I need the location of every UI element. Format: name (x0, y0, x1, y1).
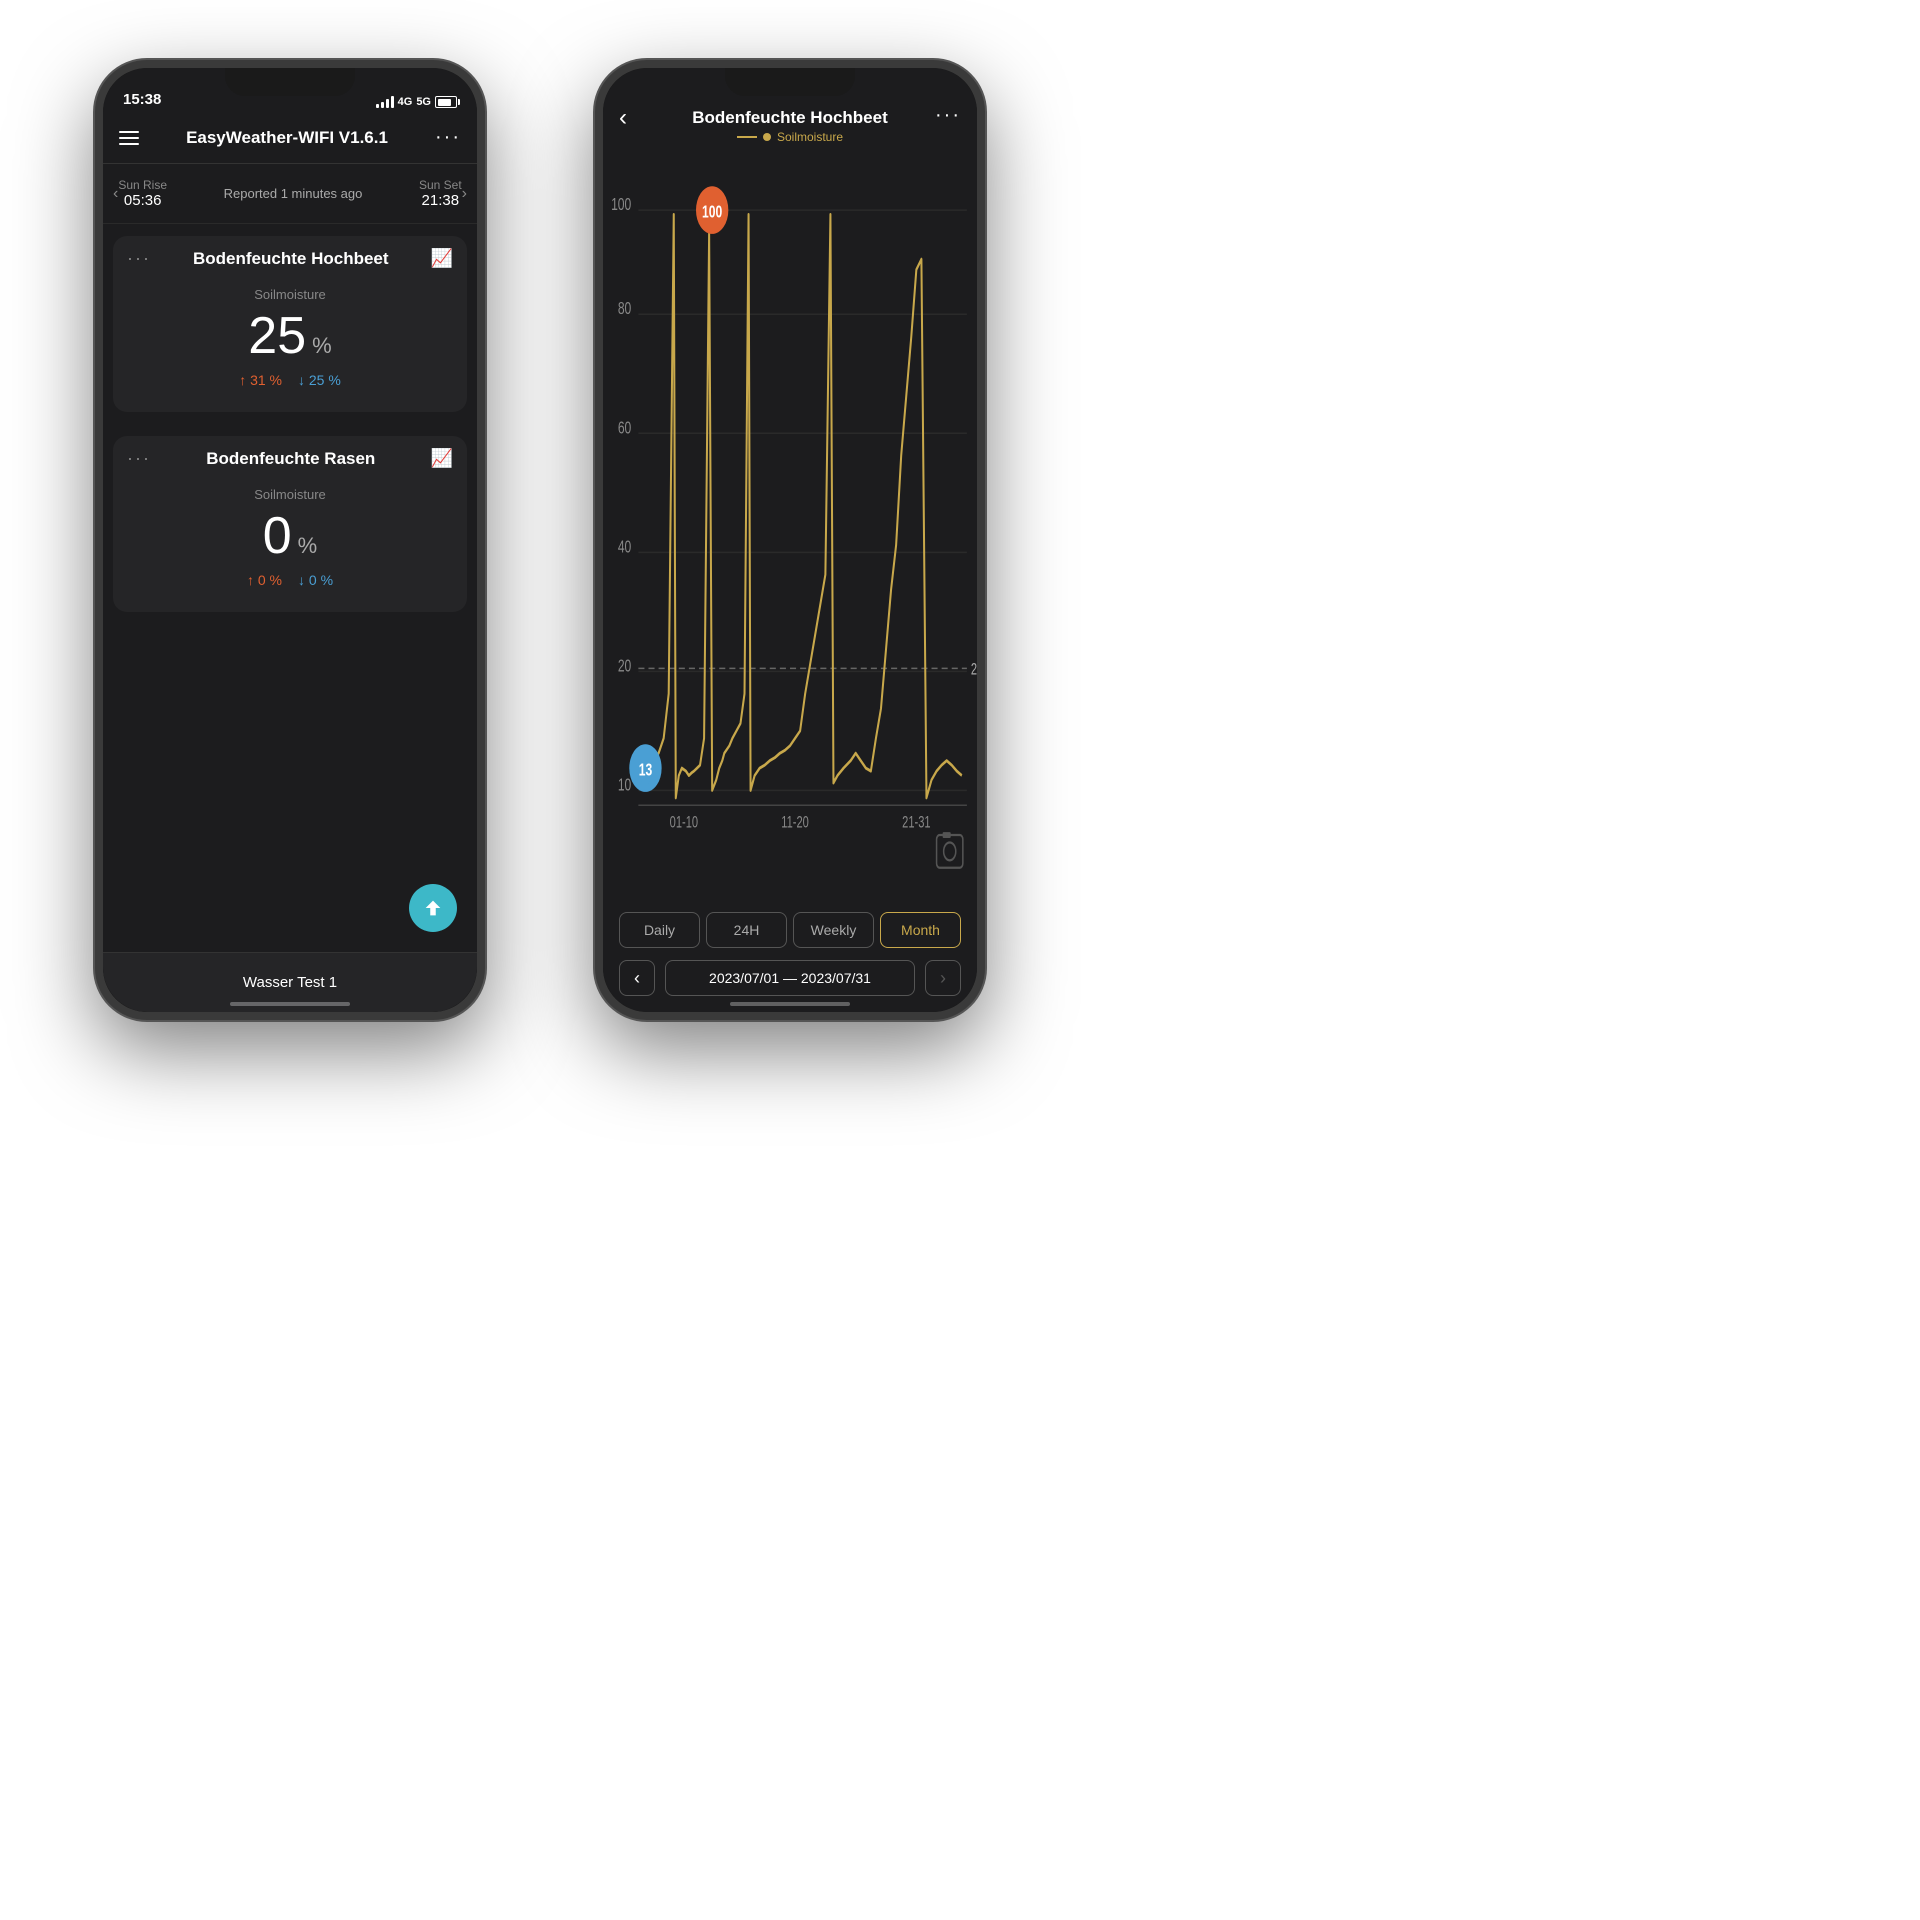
right-title: Bodenfeuchte Hochbeet (692, 108, 888, 128)
legend-line (737, 136, 757, 138)
legend-dot (763, 133, 771, 141)
sun-rise-time: 05:36 (124, 192, 162, 209)
status-icons: 4G 5G (376, 96, 457, 108)
right-home-indicator (730, 1002, 850, 1006)
widget-hochbeet-value: 25 % (248, 306, 331, 366)
widget-rasen-unit: % (298, 533, 318, 559)
network-5g-badge: 5G (416, 96, 431, 108)
widget-rasen-dots-icon[interactable]: ··· (127, 448, 151, 469)
sun-rise: Sun Rise 05:36 (118, 178, 167, 209)
chart-container: 100 80 60 40 20 10 (603, 148, 977, 902)
scene: 15:38 4G 5G (0, 0, 1080, 1080)
sun-next-icon[interactable]: › (462, 185, 467, 203)
widget-hochbeet-body: Soilmoisture 25 % ↑ 31 % ↓ 25 % (127, 279, 453, 396)
network-4g-badge: 4G (398, 96, 413, 108)
widget-hochbeet-header: ··· Bodenfeuchte Hochbeet 📈 (127, 248, 453, 269)
hamburger-menu-icon[interactable] (119, 131, 139, 145)
sun-set: Sun Set 21:38 (419, 178, 462, 209)
svg-text:100: 100 (702, 202, 722, 222)
battery-icon (435, 96, 457, 108)
svg-text:80: 80 (618, 299, 631, 319)
app-header: EasyWeather-WIFI V1.6.1 ··· (103, 112, 477, 164)
signal-bars-icon (376, 96, 394, 108)
widget-rasen-body: Soilmoisture 0 % ↑ 0 % ↓ 0 % (127, 479, 453, 596)
svg-text:13: 13 (639, 760, 652, 780)
widget-rasen-max: ↑ 0 % (247, 572, 282, 588)
widget-rasen-value: 0 % (263, 506, 317, 566)
svg-text:01-10: 01-10 (670, 812, 699, 831)
widget-rasen-minmax: ↑ 0 % ↓ 0 % (247, 572, 333, 588)
widget-rasen-sensor-label: Soilmoisture (254, 487, 326, 502)
sun-row: ‹ Sun Rise 05:36 Reported 1 minutes ago … (103, 164, 477, 224)
period-tabs: Daily 24H Weekly Month (603, 902, 977, 954)
widget-rasen-title: Bodenfeuchte Rasen (206, 449, 375, 469)
widget-hochbeet: ··· Bodenfeuchte Hochbeet 📈 Soilmoisture… (113, 236, 467, 412)
widget-hochbeet-chart-icon[interactable]: 📈 (431, 248, 453, 269)
date-prev-button[interactable]: ‹ (619, 960, 655, 996)
widget-hochbeet-sensor-label: Soilmoisture (254, 287, 326, 302)
scroll-up-button[interactable] (409, 884, 457, 932)
date-range-display: 2023/07/01 — 2023/07/31 (665, 960, 915, 996)
right-phone: ‹ ··· Bodenfeuchte Hochbeet Soilmoisture (595, 60, 985, 1020)
legend-label: Soilmoisture (777, 130, 843, 144)
widget-rasen-header: ··· Bodenfeuchte Rasen 📈 (127, 448, 453, 469)
tab-weekly[interactable]: Weekly (793, 912, 874, 948)
right-legend: Soilmoisture (737, 130, 843, 144)
sun-rise-label: Sun Rise (118, 178, 167, 192)
widget-hochbeet-number: 25 (248, 306, 306, 366)
right-more-icon[interactable]: ··· (935, 104, 961, 127)
widget-hochbeet-unit: % (312, 333, 332, 359)
moisture-chart: 100 80 60 40 20 10 (603, 158, 977, 902)
svg-text:11-20: 11-20 (781, 812, 809, 831)
widget-hochbeet-minmax: ↑ 31 % ↓ 25 % (239, 372, 341, 388)
svg-text:29: 29 (971, 659, 977, 678)
app-title: EasyWeather-WIFI V1.6.1 (186, 128, 388, 148)
widget-hochbeet-dots-icon[interactable]: ··· (127, 248, 151, 269)
svg-text:100: 100 (611, 195, 631, 215)
svg-text:40: 40 (618, 537, 631, 557)
svg-text:10: 10 (618, 775, 631, 795)
sun-set-label: Sun Set (419, 178, 462, 192)
widget-hochbeet-min: ↓ 25 % (298, 372, 341, 388)
widget-rasen-min: ↓ 0 % (298, 572, 333, 588)
left-screen: 15:38 4G 5G (103, 68, 477, 1012)
svg-text:60: 60 (618, 418, 631, 438)
tab-24h[interactable]: 24H (706, 912, 787, 948)
status-time: 15:38 (123, 91, 161, 108)
more-options-icon[interactable]: ··· (435, 126, 461, 149)
widget-hochbeet-max: ↑ 31 % (239, 372, 282, 388)
left-phone: 15:38 4G 5G (95, 60, 485, 1020)
home-indicator (230, 1002, 350, 1006)
scroll-up-icon (422, 897, 444, 919)
tab-month[interactable]: Month (880, 912, 961, 948)
right-notch (725, 68, 855, 96)
widget-rasen-number: 0 (263, 506, 292, 566)
back-button[interactable]: ‹ (619, 104, 627, 132)
date-next-button[interactable]: › (925, 960, 961, 996)
right-screen: ‹ ··· Bodenfeuchte Hochbeet Soilmoisture (603, 68, 977, 1012)
tab-daily[interactable]: Daily (619, 912, 700, 948)
notch (225, 68, 355, 96)
widget-rasen-chart-icon[interactable]: 📈 (431, 448, 453, 469)
widget-rasen: ··· Bodenfeuchte Rasen 📈 Soilmoisture 0 … (113, 436, 467, 612)
bottom-peek-title: Wasser Test 1 (243, 974, 337, 991)
widget-hochbeet-title: Bodenfeuchte Hochbeet (193, 249, 389, 269)
svg-text:21-31: 21-31 (902, 812, 931, 831)
reported-text: Reported 1 minutes ago (167, 186, 419, 201)
svg-text:20: 20 (618, 656, 631, 676)
sun-set-time: 21:38 (422, 192, 460, 209)
